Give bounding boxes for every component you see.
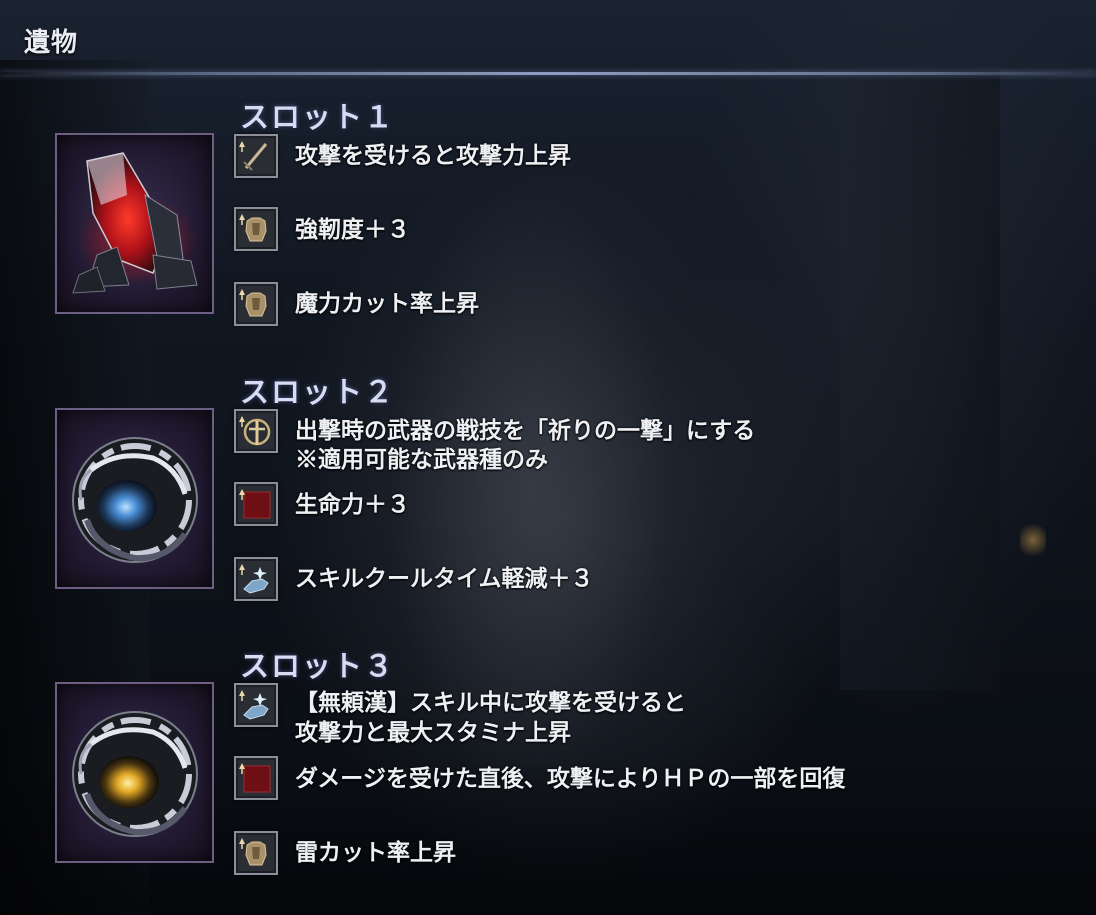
skill-emblem-icon [234,409,278,453]
yellow-orb-relic-icon[interactable] [55,682,214,863]
relic-slot-2[interactable]: スロット２ 出撃時の武器の戦技を「祈りの一撃」にする ※適用可能な武器種のみ 生… [0,369,1096,639]
blue-orb-relic-icon[interactable] [55,408,214,589]
effect-text: 攻撃を受けると攻撃力上昇 [295,142,571,169]
effect-text: 強靭度＋３ [295,216,410,243]
effect-text: 生命力＋３ [295,491,410,518]
red-stat-icon [234,756,278,800]
red-crystal-relic-icon[interactable] [55,133,214,314]
effect-text: 出撃時の武器の戦技を「祈りの一撃」にする [295,417,756,444]
skill-hand-icon [234,557,278,601]
effect-text: 雷カット率上昇 [295,839,456,866]
sword-up-icon [234,134,278,178]
relic-slot-1[interactable]: スロット１ 攻撃を受けると攻撃力上昇 強靭度＋３ 魔力カット率上昇 [0,94,1096,364]
armor-up-icon [234,831,278,875]
effect-note: 攻撃力と最大スタミナ上昇 [295,719,571,746]
armor-up-icon [234,282,278,326]
slot-title: スロット３ [240,649,396,683]
effect-text: 魔力カット率上昇 [295,290,479,317]
effect-text: ダメージを受けた直後、攻撃によりＨＰの一部を回復 [295,765,846,792]
header-divider [0,72,1096,75]
relic-slot-3[interactable]: スロット３ 【無頼漢】スキル中に攻撃を受けると 攻撃力と最大スタミナ上昇 ダメー… [0,643,1096,913]
page-title: 遺物 [24,28,79,58]
armor-up-icon [234,207,278,251]
slot-title: スロット１ [240,100,396,134]
slot-title: スロット２ [240,375,396,409]
effect-text: スキルクールタイム軽減＋３ [295,565,594,592]
red-stat-icon [234,482,278,526]
skill-hand-icon [234,683,278,727]
effect-note: ※適用可能な武器種のみ [295,446,548,473]
relic-screen: 遺物 スロット１ 攻撃を受けると攻撃力上昇 強靭度＋３ 魔力カット率上昇 スロッ… [0,0,1096,915]
effect-text: 【無頼漢】スキル中に攻撃を受けると [295,689,686,716]
